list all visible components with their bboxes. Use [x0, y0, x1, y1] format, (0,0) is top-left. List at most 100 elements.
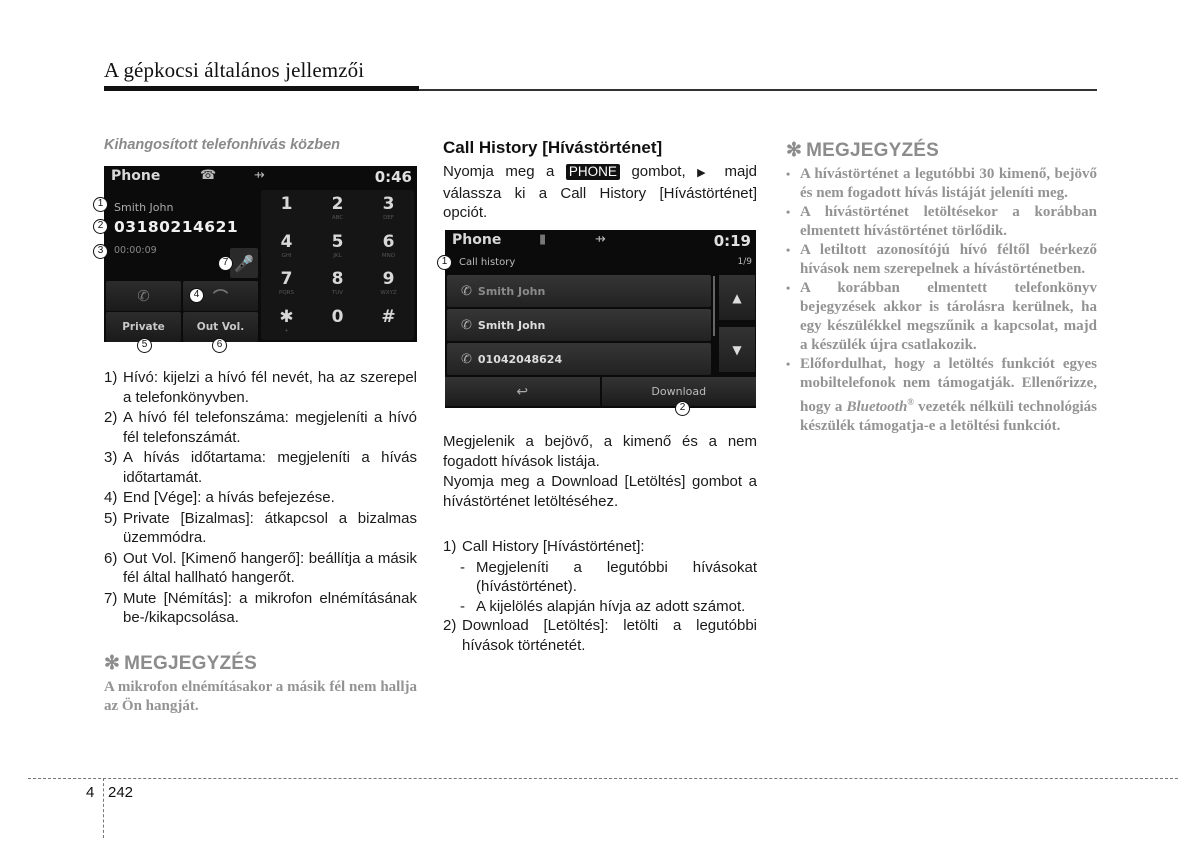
key-digit: 5: [331, 231, 344, 252]
key-digit: 0: [331, 306, 344, 327]
bullet-text: A hívástörténet a legutóbbi 30 kimenő, b…: [800, 166, 1097, 201]
item-text: Mute [Némítás]: a mikrofon elnémításának…: [123, 589, 417, 627]
history-entry: Smith John: [477, 284, 546, 298]
bullet-text: A korábban elmentett telefonkönyv bejegy…: [800, 280, 1097, 353]
note-bullets: • A hívástörténet a legutóbbi 30 kimenő, …: [786, 165, 1097, 436]
phone-key-label: PHONE: [565, 164, 620, 180]
bullet-marker: •: [786, 243, 791, 257]
item-number: 4): [104, 489, 118, 506]
screen-title: Phone: [452, 232, 502, 248]
keypad-key[interactable]: 7 PQRS: [261, 265, 312, 303]
key-digit: 2: [331, 194, 344, 215]
dash-marker: -: [460, 558, 465, 576]
history-row[interactable]: ✆ Smith John: [447, 309, 711, 341]
callout-1: 1: [93, 197, 108, 212]
column-1: Kihangosított telefonhívás közben: [104, 130, 417, 153]
key-digit: #: [381, 306, 396, 327]
key-letters: +: [284, 327, 289, 334]
back-button[interactable]: ↩: [445, 377, 600, 406]
keypad-key[interactable]: 0: [312, 303, 363, 341]
note-bullet: • Előfordulhat, hogy a letöltés funkciót …: [786, 355, 1097, 436]
dial-keypad: 1 2 ABC 3 DEF 4 GHI 5 JKL 6 MNO 7 PQRS 8 TUV 9 WXYZ ✱ +0 #: [261, 190, 414, 340]
item-number: 7): [104, 589, 118, 607]
keypad-key[interactable]: ✱ +: [261, 303, 312, 341]
item-number: 1): [443, 538, 457, 555]
item-text: Call History [Hívástörténet]:: [462, 538, 645, 555]
header-rule-thick: [104, 86, 419, 91]
answer-button[interactable]: ✆: [106, 281, 181, 311]
note-body: A mikrofon elnémításakor a másik fél nem…: [104, 679, 417, 714]
scroll-up-button[interactable]: ▲: [719, 275, 755, 320]
item-text: Hívó: kijelzi a hívó fél nevét, ha az sz…: [123, 369, 417, 406]
end-call-icon: ⌒: [212, 287, 228, 306]
key-digit: 6: [382, 231, 395, 252]
note-bullet: • A korábban elmentett telefonkönyv bejeg…: [786, 279, 1097, 355]
callout-4: 4: [189, 288, 204, 303]
keypad-key[interactable]: 2 ABC: [312, 190, 363, 228]
key-digit: 3: [382, 194, 395, 215]
section-subheading: Kihangosított telefonhívás közben: [104, 137, 341, 153]
bullet-text-part: vezeték nélküli technológiás készülék tá…: [800, 399, 1097, 434]
bullet-marker: •: [786, 167, 791, 181]
key-letters: ABC: [331, 215, 344, 222]
key-letters: MNO: [381, 252, 396, 259]
caller-name: Smith John: [114, 201, 174, 214]
note-box: ✻ MEGJEGYZÉS A mikrofon elnémításakor a m…: [104, 652, 417, 716]
screen-clock: 0:19: [713, 232, 751, 250]
item-text: Private [Bizalmas]: átkapcsol a bizalmas…: [123, 509, 417, 547]
list-item: 2) Download [Letöltés]: letölti a legutób…: [443, 616, 757, 655]
history-feature-list: 1) Call History [Hívástörténet]: - Megjelen…: [443, 537, 757, 656]
list-item: 1) Hívó: kijelzi a hívó fél nevét, ha az …: [104, 368, 417, 407]
keypad-key[interactable]: 8 TUV: [312, 265, 363, 303]
keypad-key[interactable]: 3 DEF: [363, 190, 414, 228]
key-letters: WXYZ: [380, 290, 397, 297]
note-bullet: • A hívástörténet a legutóbbi 30 kimenő, …: [786, 165, 1097, 203]
intro-text: gombot,: [631, 163, 686, 180]
bullet-text: A hívástörténet letöltésekor a korábban …: [800, 204, 1097, 239]
note-heading-text: MEGJEGYZÉS: [806, 140, 940, 161]
back-icon: ↩: [516, 383, 529, 400]
screen-status-bar: Phone ☎ ⇸ 0:46: [104, 166, 417, 188]
registered-mark: ®: [907, 397, 915, 407]
sub-list-item: -A kijelölés alapján hívja az adott szám…: [443, 597, 757, 617]
keypad-key[interactable]: 4 GHI: [261, 228, 312, 266]
key-letters: GHI: [281, 252, 292, 259]
note-heading: ✻ MEGJEGYZÉS: [786, 139, 1097, 162]
usb-icon: ⇸: [254, 168, 265, 183]
outgoing-call-icon: ✆: [461, 317, 472, 333]
body-paragraph: Megjelenik a bejövő, a kimenő és a nem f…: [443, 433, 757, 470]
keypad-key[interactable]: 5 JKL: [312, 228, 363, 266]
page-indicator: 1/9: [737, 257, 752, 267]
keypad-key[interactable]: 1: [261, 190, 312, 228]
note-heading: ✻ MEGJEGYZÉS: [104, 652, 417, 675]
key-letters: JKL: [333, 252, 342, 259]
key-digit: 8: [331, 269, 344, 290]
history-row[interactable]: ✆ Smith John: [447, 275, 711, 307]
asterisk-icon: ✻: [104, 653, 121, 674]
scroll-down-button[interactable]: ▼: [719, 327, 755, 372]
callout-5: 5: [137, 338, 152, 353]
mute-button[interactable]: 🎤: [230, 248, 258, 278]
phone-call-screen: Phone ☎ ⇸ 0:46 Smith John 03180214621 00…: [104, 166, 417, 342]
item-text: A hívás időtartama: megjeleníti a hívás …: [123, 449, 417, 486]
section-heading: Call History [Hívástörténet]: [443, 138, 663, 157]
key-digit: 1: [280, 194, 293, 215]
callout-7: 7: [218, 256, 233, 271]
call-duration: 00:00:09: [114, 245, 157, 256]
history-row[interactable]: ✆ 01042048624: [447, 343, 711, 375]
callout-1: 1: [437, 255, 452, 270]
keypad-key[interactable]: 6 MNO: [363, 228, 414, 266]
scrollbar[interactable]: [713, 276, 715, 336]
list-item: 4) End [Vége]: a hívás befejezése.: [104, 488, 417, 508]
keypad-key[interactable]: #: [363, 303, 414, 341]
battery-icon: ▮: [539, 232, 547, 247]
keypad-key[interactable]: 9 WXYZ: [363, 265, 414, 303]
microphone-icon: 🎤: [234, 253, 254, 273]
screen-clock: 0:46: [374, 168, 412, 186]
item-text: Download [Letöltés]: letölti a legutóbbi…: [462, 617, 757, 654]
item-text: Out Vol. [Kimenő hangerő]: beállítja a m…: [123, 549, 417, 587]
bullet-text: A letiltott azonosítójú hívó féltől beér…: [800, 242, 1097, 277]
screen-status-bar: Phone ▮ ⇸ 0:19: [445, 230, 756, 252]
history-entry: Smith John: [477, 318, 546, 332]
key-letters: PQRS: [279, 290, 294, 297]
